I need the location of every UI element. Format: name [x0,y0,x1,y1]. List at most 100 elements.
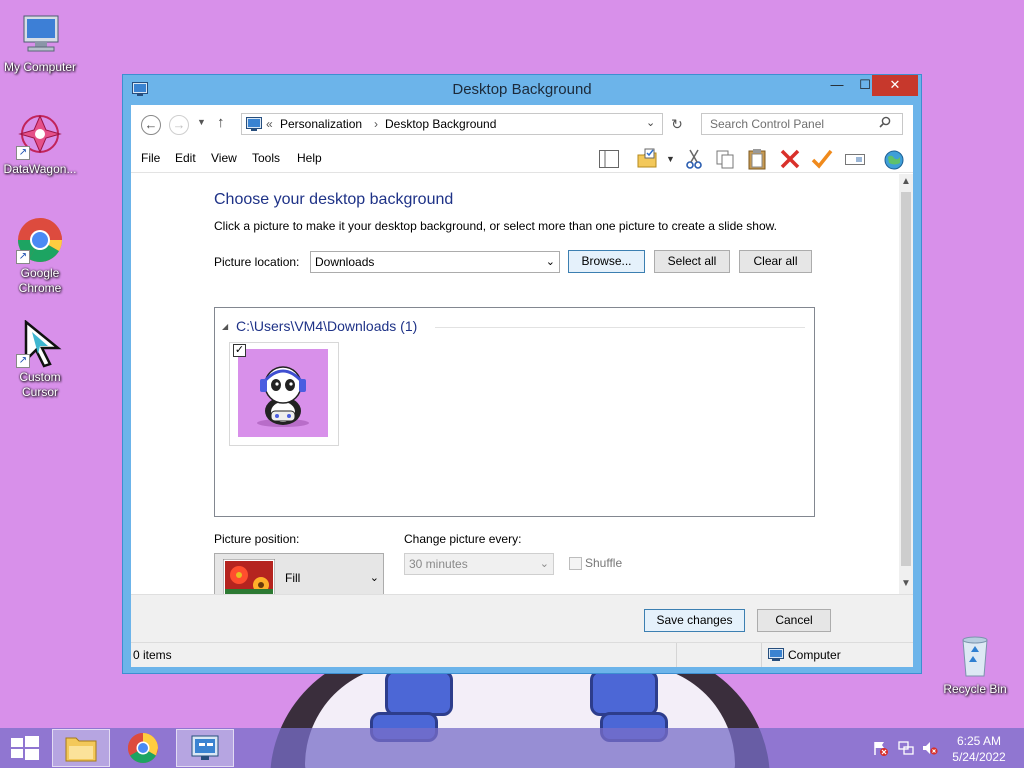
desktop-icon-label: My Computer [3,60,77,74]
status-divider [676,643,677,667]
save-changes-button[interactable]: Save changes [644,609,745,632]
address-overflow[interactable]: « [266,117,273,131]
title-bar[interactable]: Desktop Background — ☐ ✕ [123,75,921,105]
cut-icon[interactable] [683,148,705,170]
scroll-down-icon[interactable]: ▼ [901,578,911,589]
taskbar-clock[interactable]: 6:25 AM 5/24/2022 [944,733,1014,765]
search-icon[interactable] [879,116,891,131]
shuffle-label: Shuffle [585,556,623,570]
panda-gamer-image [238,349,328,437]
copy-icon[interactable] [714,148,736,170]
picture-position-value: Fill [285,571,301,585]
minimize-button[interactable]: — [823,75,851,96]
desktop-background-window: Desktop Background — ☐ ✕ ← → ▼ ↑ « Perso… [122,74,922,674]
scrollbar-thumb[interactable] [901,192,911,566]
action-center-flag-icon[interactable] [872,740,888,759]
checkmark-icon[interactable] [811,148,833,170]
taskbar-file-explorer[interactable] [52,729,110,767]
picture-location-dropdown[interactable]: Downloads ⌄ [310,251,560,273]
shortcut-arrow-icon: ↗ [16,250,30,264]
scroll-up-icon[interactable]: ▲ [901,176,911,187]
desktop-icon-label: Recycle Bin [943,682,1007,696]
clear-all-button[interactable]: Clear all [739,250,812,273]
main-content: Choose your desktop background Click a p… [131,174,899,603]
rename-icon[interactable] [844,148,866,170]
layout-icon[interactable] [598,148,620,170]
status-bar: 0 items Computer [131,642,913,667]
start-button[interactable] [0,729,48,767]
chevron-down-icon: ⌄ [369,572,379,584]
taskbar-control-panel[interactable] [176,729,234,767]
recycle-bin-icon [951,632,999,680]
picture-location-label: Picture location: [214,255,300,269]
page-instructions: Click a picture to make it your desktop … [214,219,777,233]
browse-button[interactable]: Browse... [568,250,645,273]
shortcut-arrow-icon: ↗ [16,354,30,368]
collapse-group-icon[interactable]: ◢ [222,322,228,331]
window-client-area: ← → ▼ ↑ « Personalization › Desktop Back… [131,105,913,667]
desktop-icon-label: DataWagon... [3,162,77,176]
cancel-button[interactable]: Cancel [757,609,831,632]
address-bar[interactable]: « Personalization › Desktop Background ⌄ [241,113,663,135]
desktop-icon-datawagon[interactable]: ↗ DataWagon... [0,112,80,177]
address-dropdown-icon[interactable]: ⌄ [646,116,655,129]
desktop-icon-label: Custom Cursor [19,370,61,399]
shuffle-checkbox[interactable] [569,557,582,570]
menu-view[interactable]: View [211,151,237,165]
delete-icon[interactable] [779,148,801,170]
chevron-down-icon: ⌄ [539,558,549,570]
wallpaper-controller-button [590,670,658,716]
picture-thumbnail[interactable]: ✓ [229,342,339,446]
search-input[interactable]: Search Control Panel [701,113,903,135]
network-icon[interactable] [898,740,914,759]
zone-label: Computer [788,648,841,662]
breadcrumb-desktop-background[interactable]: Desktop Background [385,117,496,131]
group-divider [435,327,805,328]
desktop-icon-my-computer[interactable]: My Computer [0,10,80,75]
taskbar-google-chrome[interactable] [114,729,172,767]
menu-toolbar-row: File Edit View Tools Help ▼ [131,145,913,173]
cursor-icon: ↗ [16,319,64,368]
computer-icon [16,10,64,58]
change-interval-dropdown[interactable]: 30 minutes ⌄ [404,553,554,575]
desktop-icon-label: Google Chrome [18,266,62,295]
status-divider [761,643,762,667]
clock-time: 6:25 AM [956,734,1002,748]
menu-help[interactable]: Help [297,151,322,165]
picture-checkbox[interactable]: ✓ [233,344,246,357]
chrome-icon: ↗ [16,216,64,264]
group-header[interactable]: C:\Users\VM4\Downloads (1) [236,318,417,334]
chevron-down-icon: ⌄ [545,256,555,268]
wallpaper-controller-button [385,670,453,716]
fill-preview-icon [222,558,276,598]
refresh-button[interactable]: ↻ [665,113,689,135]
vertical-scrollbar[interactable]: ▲ ▼ [899,174,913,594]
menu-file[interactable]: File [141,151,160,165]
menu-tools[interactable]: Tools [252,151,280,165]
menu-edit[interactable]: Edit [175,151,196,165]
volume-muted-icon[interactable] [922,740,938,759]
folder-properties-icon[interactable] [636,148,658,170]
shortcut-arrow-icon: ↗ [16,146,30,160]
desktop-icon-custom-cursor[interactable]: ↗ Custom Cursor [0,319,80,400]
views-dropdown-icon[interactable]: ▼ [666,154,675,164]
control-panel-icon [246,117,262,134]
up-level-button[interactable]: ↑ [217,114,225,131]
computer-icon [768,648,784,665]
desktop-icon-recycle-bin[interactable]: Recycle Bin [935,632,1015,697]
close-button[interactable]: ✕ [872,75,918,96]
breadcrumb-personalization[interactable]: Personalization [280,117,362,131]
datawagon-icon: ↗ [16,112,64,160]
dialog-footer: Save changes Cancel [131,594,913,642]
paste-icon[interactable] [746,148,768,170]
forward-button[interactable]: → [169,115,189,135]
recent-pages-dropdown[interactable]: ▼ [197,117,206,127]
world-icon[interactable] [883,148,905,170]
item-count: 0 items [133,648,172,662]
back-button[interactable]: ← [141,115,161,135]
desktop-icon-google-chrome[interactable]: ↗ Google Chrome [0,216,80,296]
select-all-button[interactable]: Select all [654,250,730,273]
picture-position-label: Picture position: [214,532,300,546]
breadcrumb-separator[interactable]: › [374,117,378,131]
navigation-bar: ← → ▼ ↑ « Personalization › Desktop Back… [131,105,913,145]
